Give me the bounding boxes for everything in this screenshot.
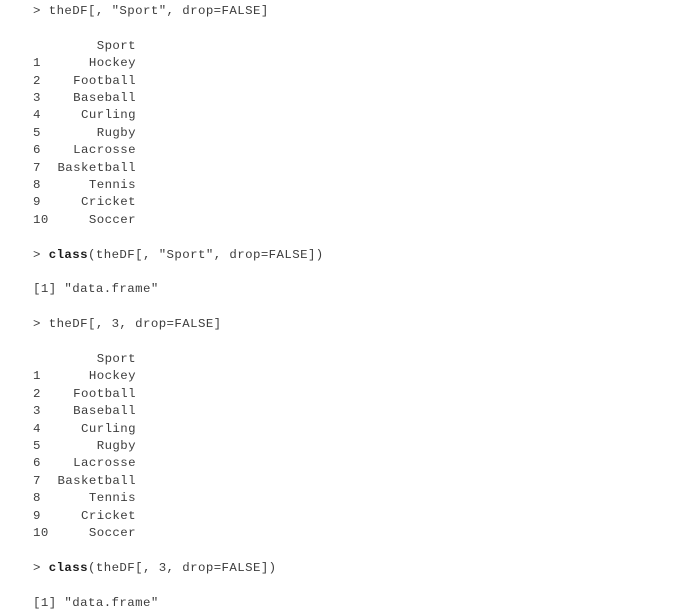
row-value-sport: Cricket (81, 195, 136, 210)
row-value-sport: Football (73, 73, 136, 88)
table-row: 9 Cricket (33, 194, 136, 211)
table-row: 7 Basketball (33, 473, 136, 490)
command-select-sport-by-index[interactable]: > theDF[, 3, drop=FALSE] (33, 316, 222, 333)
row-index: 5 (33, 439, 41, 453)
table-row: 5 Rugby (33, 125, 136, 142)
row-index: 2 (33, 386, 41, 401)
prompt-symbol: > (33, 247, 49, 262)
row-value-sport: Basketball (57, 160, 136, 175)
row-value-sport: Lacrosse (73, 456, 136, 471)
column-header-sport: Sport (96, 38, 136, 53)
table-row: 6 Lacrosse (33, 455, 136, 472)
row-index: 9 (33, 508, 41, 523)
row-value-sport: Curling (81, 421, 136, 436)
row-index: 3 (33, 91, 41, 105)
table-row: 2 Football (33, 73, 136, 90)
table-row: 6 Lacrosse (33, 142, 136, 159)
r-console-transcript[interactable]: > theDF[, "Sport", drop=FALSE] Sport 1 Hoc… (0, 0, 680, 610)
table-header-row: Sport (33, 38, 136, 55)
column-header-sport: Sport (96, 352, 136, 366)
command-text: (theDF[, 3, drop=FALSE]) (88, 560, 277, 575)
row-index: 8 (33, 491, 41, 506)
row-index: 5 (33, 125, 41, 140)
table-row: 1 Hockey (33, 55, 136, 72)
table-row: 5 Rugby (33, 438, 136, 455)
row-value-sport: Cricket (81, 508, 136, 523)
row-index: 6 (33, 143, 41, 158)
output-class-data-frame-2: [1] "data.frame" (33, 595, 159, 610)
command-text: (theDF[, "Sport", drop=FALSE]) (88, 247, 324, 262)
table-row: 8 Tennis (33, 490, 136, 507)
table-row: 4 Curling (33, 107, 136, 124)
row-index: 9 (33, 195, 41, 210)
row-value-sport: Hockey (88, 369, 136, 384)
table-row: 10 Soccer (33, 212, 136, 229)
table-row: 1 Hockey (33, 368, 136, 385)
table-row: 3 Baseball (33, 90, 136, 107)
table-row: 7 Basketball (33, 160, 136, 177)
row-value-sport: Football (73, 386, 136, 401)
row-value-sport: Rugby (96, 439, 136, 453)
function-keyword: class (48, 560, 88, 575)
row-index: 1 (33, 56, 41, 71)
row-value-sport: Soccer (88, 526, 136, 540)
table-row: 8 Tennis (33, 177, 136, 194)
table-row: 4 Curling (33, 421, 136, 438)
output-class-data-frame-1: [1] "data.frame" (33, 282, 159, 297)
command-class-of-sport-by-name[interactable]: > class(theDF[, "Sport", drop=FALSE]) (33, 247, 324, 264)
row-index: 4 (33, 421, 41, 436)
row-value-sport: Baseball (73, 404, 136, 419)
command-class-of-sport-by-index[interactable]: > class(theDF[, 3, drop=FALSE]) (33, 560, 277, 577)
table-row: 10 Soccer (33, 525, 136, 542)
row-value-sport: Tennis (88, 491, 136, 506)
command-text: theDF[, 3, drop=FALSE] (48, 317, 222, 332)
prompt-symbol: > (33, 317, 49, 332)
row-index: 3 (33, 404, 41, 419)
table-row: 2 Football (33, 386, 136, 403)
row-index: 10 (33, 212, 49, 227)
prompt-symbol: > (33, 560, 49, 575)
table-header-row: Sport (33, 351, 136, 368)
row-index: 10 (33, 526, 49, 540)
row-value-sport: Baseball (73, 91, 136, 105)
row-value-sport: Soccer (88, 212, 136, 227)
table-row: 9 Cricket (33, 508, 136, 525)
row-index: 4 (33, 108, 41, 123)
prompt-symbol: > (33, 4, 49, 18)
row-index: 6 (33, 456, 41, 471)
row-index: 7 (33, 160, 41, 175)
row-index: 2 (33, 73, 41, 88)
command-select-sport-by-name[interactable]: > theDF[, "Sport", drop=FALSE] (33, 3, 269, 20)
table-row: 3 Baseball (33, 403, 136, 420)
row-value-sport: Tennis (88, 178, 136, 192)
row-value-sport: Curling (81, 108, 136, 123)
row-index: 8 (33, 178, 41, 192)
row-value-sport: Hockey (88, 56, 136, 71)
row-value-sport: Basketball (57, 473, 136, 488)
command-text: theDF[, "Sport", drop=FALSE] (48, 4, 269, 18)
row-index: 7 (33, 473, 41, 488)
row-value-sport: Rugby (96, 125, 136, 140)
row-value-sport: Lacrosse (73, 143, 136, 158)
row-index: 1 (33, 369, 41, 384)
function-keyword: class (48, 247, 88, 262)
